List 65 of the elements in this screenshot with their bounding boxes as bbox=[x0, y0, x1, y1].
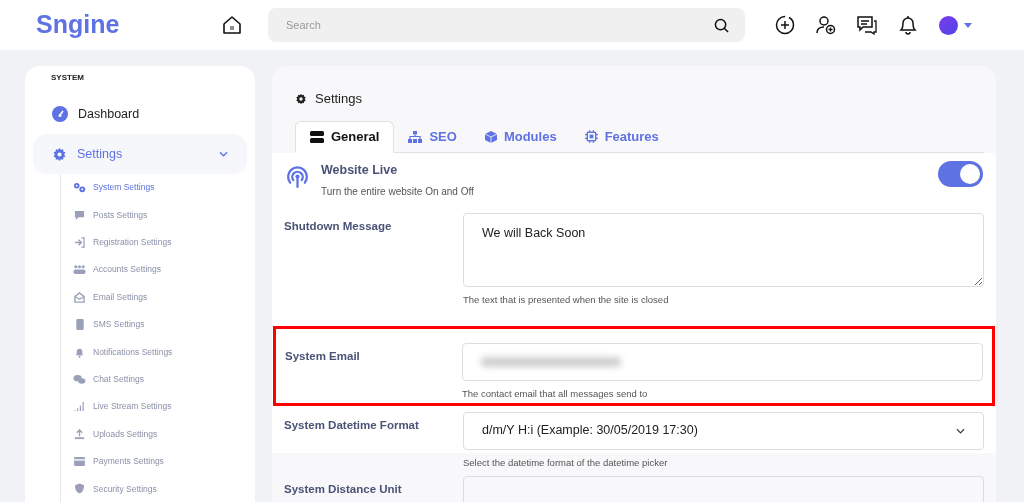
gear-icon bbox=[52, 146, 67, 162]
setting-title: Website Live bbox=[321, 161, 399, 179]
sign-in-icon bbox=[74, 236, 85, 248]
field-label: System Email bbox=[285, 348, 361, 364]
setting-description: Turn the entire website On and Off bbox=[321, 185, 474, 200]
signal-icon bbox=[74, 401, 85, 413]
submenu-item[interactable]: Live Stream Settings bbox=[73, 393, 172, 421]
search-field[interactable]: Search bbox=[268, 8, 745, 42]
upload-icon bbox=[74, 428, 85, 440]
submenu-item[interactable]: Registration Settings bbox=[73, 228, 172, 257]
submenu-item[interactable]: Email Settings bbox=[73, 283, 148, 311]
bell-icon[interactable] bbox=[898, 15, 918, 35]
email-input[interactable] bbox=[462, 342, 983, 381]
field-label: System Datetime Format bbox=[284, 417, 420, 433]
tab[interactable]: SEO bbox=[394, 120, 471, 153]
server-icon bbox=[310, 130, 324, 143]
phone-icon bbox=[75, 319, 84, 331]
submenu-item[interactable]: Posts Settings bbox=[73, 201, 148, 229]
panel-title: Settings bbox=[315, 90, 362, 108]
message-textarea[interactable]: We will Back Soon bbox=[463, 213, 984, 288]
cube-icon bbox=[484, 130, 497, 143]
help-text: The contact email that all messages send to bbox=[462, 386, 648, 401]
credit-card-icon bbox=[74, 457, 85, 467]
shield-icon bbox=[74, 483, 85, 495]
tab[interactable]: Modules bbox=[470, 120, 571, 153]
section-label: SYSTEM bbox=[51, 72, 84, 84]
comment-icon bbox=[74, 209, 85, 221]
toggle-switch[interactable] bbox=[938, 160, 983, 187]
chevron-icon bbox=[956, 427, 965, 434]
add-icon[interactable] bbox=[775, 15, 795, 35]
submenu-item[interactable]: Accounts Settings bbox=[73, 256, 162, 284]
field-label: System Distance Unit bbox=[284, 482, 403, 497]
caret-icon[interactable] bbox=[964, 22, 972, 28]
chat-icon[interactable] bbox=[857, 15, 877, 35]
sidebar-item[interactable]: Dashboard bbox=[33, 94, 247, 134]
field-label: Shutdown Message bbox=[284, 219, 393, 235]
search-icon[interactable] bbox=[714, 18, 729, 33]
submenu-item[interactable]: Notifications Settings bbox=[73, 338, 173, 366]
gauge-icon bbox=[52, 106, 68, 122]
sitemap-icon bbox=[408, 130, 423, 143]
chevron-icon[interactable] bbox=[219, 151, 228, 157]
gear-icon bbox=[295, 92, 307, 105]
envelope-icon bbox=[74, 291, 85, 303]
broadcast-icon bbox=[285, 164, 310, 190]
chat-icon bbox=[73, 373, 86, 385]
sidebar-item[interactable]: Settings bbox=[33, 134, 247, 174]
tab[interactable]: Features bbox=[570, 120, 673, 153]
add-user-icon[interactable] bbox=[816, 15, 836, 35]
submenu-item[interactable]: Payments Settings bbox=[73, 447, 164, 476]
bell-icon bbox=[74, 346, 85, 358]
datetime-select[interactable]: d/m/Y H:i (Example: 30/05/2019 17:30) bbox=[463, 411, 984, 450]
users-icon bbox=[73, 264, 86, 276]
submenu-item[interactable]: Security Settings bbox=[73, 475, 157, 502]
logo[interactable]: Sngine bbox=[36, 6, 222, 44]
submenu-item[interactable]: System Settings bbox=[73, 174, 155, 202]
submenu-item[interactable]: SMS Settings bbox=[73, 310, 145, 339]
chip-icon bbox=[584, 130, 598, 143]
submenu-item[interactable]: Chat Settings bbox=[73, 365, 145, 394]
help-text: Select the datetime format of the datetime picker bbox=[463, 455, 668, 470]
avatar[interactable] bbox=[939, 15, 958, 35]
submenu-item[interactable]: Uploads Settings bbox=[73, 420, 158, 448]
tab[interactable]: General bbox=[295, 120, 395, 153]
help-text: The text that is presented when the site is closed bbox=[463, 293, 669, 308]
home-icon[interactable] bbox=[222, 15, 242, 35]
gears-icon bbox=[73, 182, 86, 194]
